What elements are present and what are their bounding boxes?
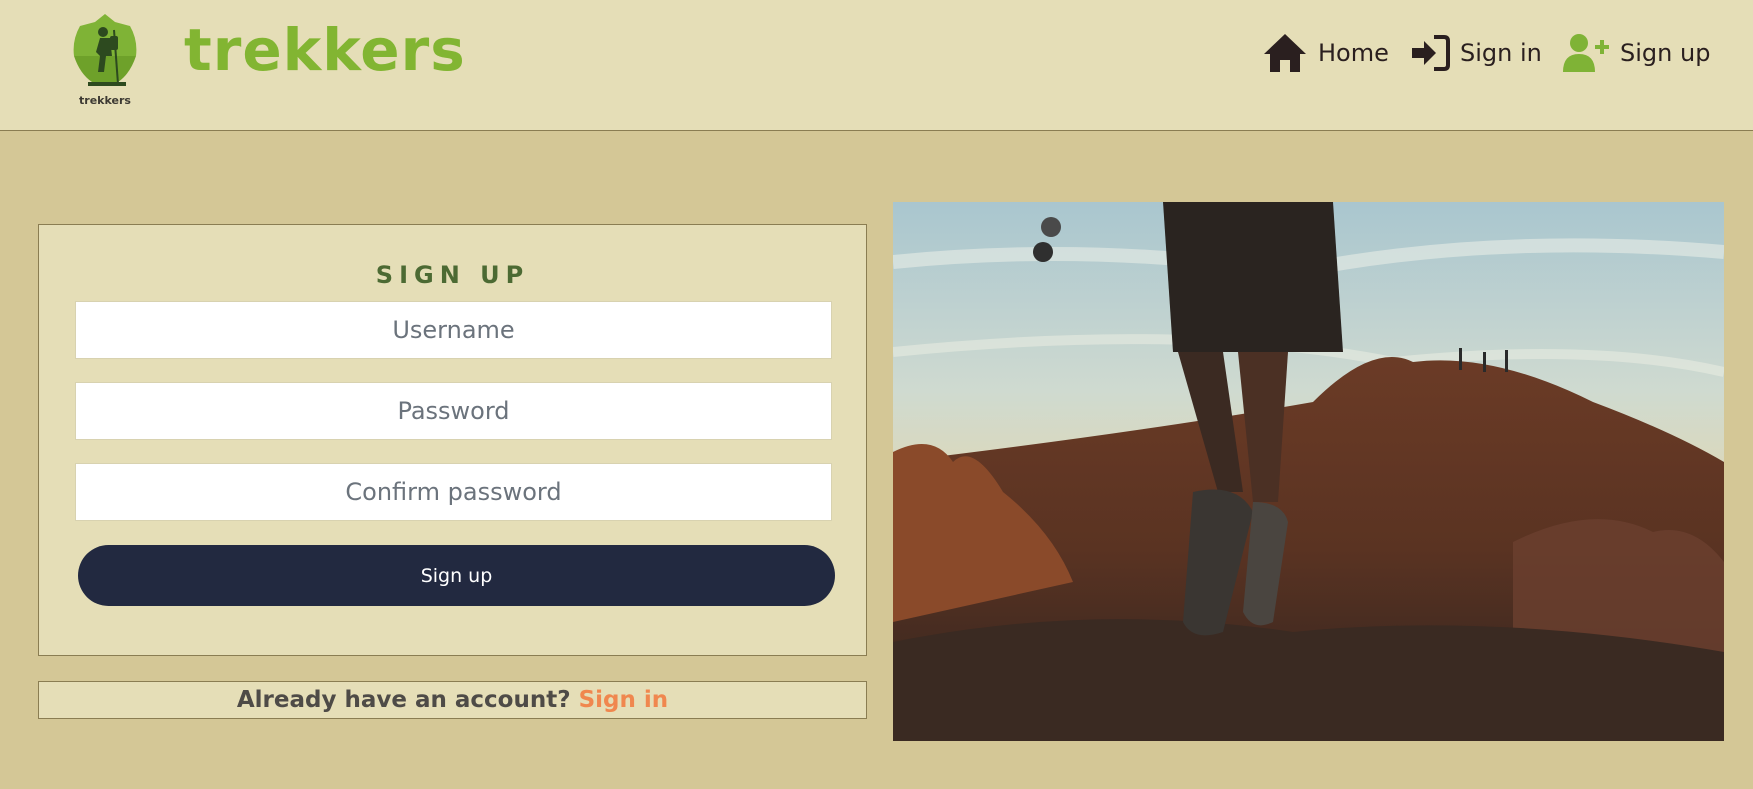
nav-signin-label: Sign in (1460, 39, 1542, 67)
username-input[interactable] (75, 301, 832, 359)
password-input[interactable] (75, 382, 832, 440)
sign-in-icon (1412, 35, 1450, 71)
hiker-photo-image (893, 202, 1724, 741)
logo[interactable]: trekkers (70, 12, 140, 108)
nav-home-link[interactable]: Home (1262, 32, 1389, 74)
confirm-password-input[interactable] (75, 463, 832, 521)
signin-prompt-link[interactable]: Sign in (579, 687, 669, 713)
form-title: SIGN UP (375, 261, 530, 289)
nav-home-label: Home (1318, 39, 1389, 67)
user-plus-icon (1563, 34, 1609, 72)
signin-prompt: Already have an account? Sign in (38, 681, 867, 719)
brand-name[interactable]: trekkers (184, 16, 466, 84)
hiker-logo-icon (73, 14, 137, 86)
signin-prompt-text: Already have an account? (236, 687, 571, 713)
hero-photo (893, 202, 1724, 741)
logo-caption: trekkers (79, 94, 131, 107)
nav-signup-link[interactable]: Sign up (1562, 32, 1710, 74)
signup-submit-button[interactable]: Sign up (78, 545, 835, 606)
nav-signup-label: Sign up (1620, 39, 1711, 67)
home-icon (1264, 34, 1306, 72)
nav-signin-link[interactable]: Sign in (1410, 32, 1542, 74)
signup-form: SIGN UP Sign up (38, 224, 867, 656)
navbar: trekkers trekkers Home Sign in Sign up (0, 0, 1753, 131)
